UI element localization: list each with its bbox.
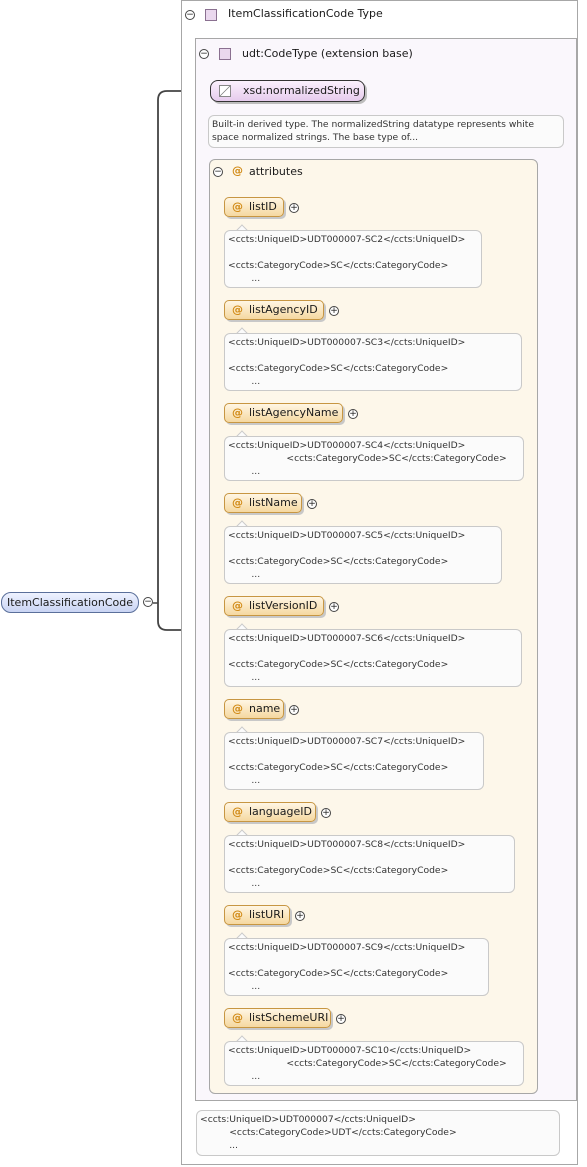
attribute-expand-toggle[interactable]: + — [321, 808, 331, 818]
attribute-doc: <ccts:UniqueID>UDT000007-SC6</ccts:Uniqu… — [224, 629, 522, 687]
attribute-node[interactable]: @ listAgencyName — [224, 403, 343, 423]
extension-type-icon — [219, 48, 231, 60]
root-element[interactable]: ItemClassificationCode — [1, 592, 139, 613]
attributes-group-icon: @ — [232, 164, 243, 177]
attribute-icon: @ — [232, 1011, 243, 1024]
attribute-name: listID — [249, 200, 277, 213]
attribute-expand-toggle[interactable]: + — [295, 911, 305, 921]
attribute-name: listSchemeURI — [249, 1011, 329, 1024]
attribute-expand-toggle[interactable]: + — [307, 499, 317, 509]
attribute-node[interactable]: @ listVersionID — [224, 596, 324, 616]
attribute-node[interactable]: @ listURI — [224, 905, 290, 925]
attribute-icon: @ — [232, 406, 243, 419]
attribute-expand-toggle[interactable]: + — [336, 1014, 346, 1024]
root-collapse-toggle[interactable]: − — [143, 597, 153, 607]
extension-collapse-toggle[interactable]: − — [199, 49, 209, 59]
attribute-doc: <ccts:UniqueID>UDT000007-SC5</ccts:Uniqu… — [224, 526, 502, 584]
attribute-expand-toggle[interactable]: + — [289, 705, 299, 715]
simple-type-icon — [219, 85, 231, 97]
attribute-icon: @ — [232, 303, 243, 316]
attribute-icon: @ — [232, 805, 243, 818]
base-type-doc: Built-in derived type. The normalizedStr… — [208, 115, 564, 148]
attribute-node[interactable]: @ languageID — [224, 802, 316, 822]
attribute-expand-toggle[interactable]: + — [348, 409, 358, 419]
attribute-expand-toggle[interactable]: + — [289, 203, 299, 213]
attribute-icon: @ — [232, 908, 243, 921]
type-title: ItemClassificationCode Type — [228, 7, 383, 20]
attribute-name: listAgencyName — [249, 406, 339, 419]
root-element-label: ItemClassificationCode — [7, 596, 133, 609]
extension-title: udt:CodeType (extension base) — [242, 47, 413, 60]
attribute-doc: <ccts:UniqueID>UDT000007-SC2</ccts:Uniqu… — [224, 230, 482, 288]
attribute-name: listName — [249, 496, 298, 509]
attributes-collapse-toggle[interactable]: − — [213, 167, 223, 177]
attribute-icon: @ — [232, 702, 243, 715]
attribute-doc: <ccts:UniqueID>UDT000007-SC10</ccts:Uniq… — [224, 1041, 524, 1086]
attribute-doc: <ccts:UniqueID>UDT000007-SC8</ccts:Uniqu… — [224, 835, 515, 893]
attributes-group-label: attributes — [249, 165, 303, 178]
attribute-node[interactable]: @ listID — [224, 197, 284, 217]
attribute-doc: <ccts:UniqueID>UDT000007-SC4</ccts:Uniqu… — [224, 436, 524, 481]
type-collapse-toggle[interactable]: − — [185, 10, 195, 20]
attribute-icon: @ — [232, 496, 243, 509]
attribute-name: name — [249, 702, 281, 715]
base-type-node[interactable]: xsd:normalizedString — [210, 80, 365, 102]
attribute-icon: @ — [232, 200, 243, 213]
attribute-name: listURI — [249, 908, 285, 921]
attribute-node[interactable]: @ listAgencyID — [224, 300, 324, 320]
attribute-expand-toggle[interactable]: + — [329, 602, 339, 612]
attribute-name: languageID — [249, 805, 312, 818]
base-type-label: xsd:normalizedString — [243, 84, 360, 97]
attribute-node[interactable]: @ listName — [224, 493, 302, 513]
attribute-name: listAgencyID — [249, 303, 318, 316]
attribute-icon: @ — [232, 599, 243, 612]
attribute-doc: <ccts:UniqueID>UDT000007-SC3</ccts:Uniqu… — [224, 333, 522, 391]
attribute-expand-toggle[interactable]: + — [329, 306, 339, 316]
attribute-name: listVersionID — [249, 599, 318, 612]
complex-type-icon — [205, 9, 217, 21]
attribute-doc: <ccts:UniqueID>UDT000007-SC7</ccts:Uniqu… — [224, 732, 484, 790]
attribute-node[interactable]: @ listSchemeURI — [224, 1008, 331, 1028]
attribute-doc: <ccts:UniqueID>UDT000007-SC9</ccts:Uniqu… — [224, 938, 489, 996]
type-doc: <ccts:UniqueID>UDT000007</ccts:UniqueID>… — [196, 1110, 560, 1156]
attribute-node[interactable]: @ name — [224, 699, 284, 719]
